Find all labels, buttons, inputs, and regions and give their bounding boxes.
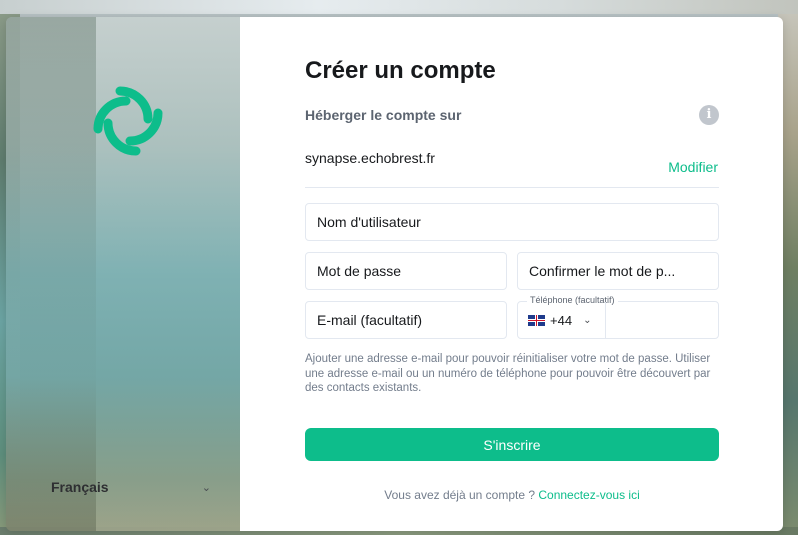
chevron-down-icon: ⌄ [201, 481, 211, 494]
language-label: Français [51, 479, 109, 495]
login-prompt-text: Vous avez déjà un compte ? [384, 488, 539, 502]
login-link[interactable]: Connectez-vous ici [538, 488, 639, 502]
country-code: +44 [550, 312, 573, 328]
language-dropdown[interactable]: Français ⌄ [51, 475, 211, 499]
sidebar-panel: Français ⌄ [6, 17, 240, 531]
info-icon[interactable]: i [699, 105, 719, 125]
chevron-down-icon: ⌄ [583, 314, 592, 326]
page-title: Créer un compte [305, 57, 496, 84]
element-logo-icon [93, 86, 163, 156]
server-name: synapse.echobrest.fr [305, 150, 435, 166]
registration-form: Créer un compte Héberger le compte sur i… [240, 17, 783, 531]
phone-field[interactable]: Téléphone (facultatif) +44 ⌄ [517, 295, 719, 339]
uk-flag-icon [528, 314, 545, 326]
modify-server-link[interactable]: Modifier [668, 159, 718, 175]
username-field[interactable]: Nom d'utilisateur [305, 203, 719, 241]
divider [305, 187, 719, 188]
host-label: Héberger le compte sur [305, 107, 462, 123]
password-field[interactable]: Mot de passe [305, 252, 507, 290]
registration-dialog: Français ⌄ Créer un compte Héberger le c… [6, 17, 783, 531]
login-prompt: Vous avez déjà un compte ? Connectez-vou… [305, 488, 719, 502]
phone-number-input[interactable] [607, 302, 717, 338]
register-button[interactable]: S'inscrire [305, 428, 719, 461]
email-hint-text: Ajouter une adresse e-mail pour pouvoir … [305, 353, 711, 394]
confirm-password-field[interactable]: Confirmer le mot de p... [517, 252, 719, 290]
country-code-selector[interactable]: +44 ⌄ [518, 302, 606, 338]
email-field[interactable]: E-mail (facultatif) [305, 301, 507, 339]
background-scenery-top [0, 0, 798, 14]
